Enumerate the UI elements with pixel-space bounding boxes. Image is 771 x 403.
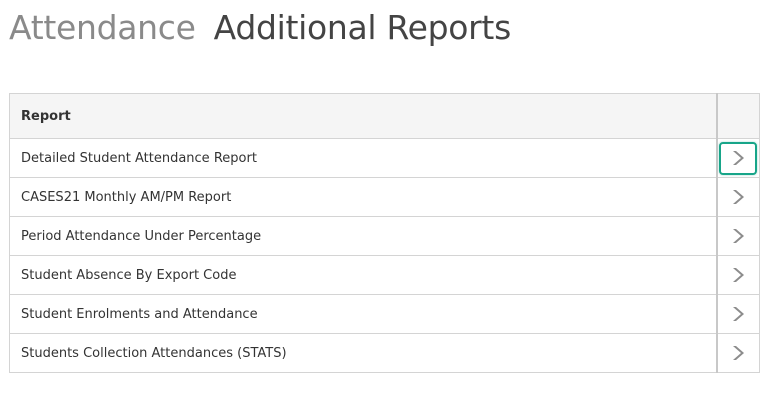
table-header-row: Report [9,93,760,139]
report-name: Detailed Student Attendance Report [9,138,717,178]
page-title-section: Attendance [9,8,196,47]
page: Attendance Additional Reports Report Deta… [0,0,771,403]
open-report-button[interactable] [719,141,758,175]
row-action-cell [715,333,760,373]
chevron-right-icon [733,190,745,204]
open-report-button[interactable] [719,337,757,370]
chevron-right-icon [733,346,745,360]
table-row[interactable]: Students Collection Attendances (STATS) [9,333,760,373]
row-action-cell [715,255,760,295]
table-row[interactable]: Student Absence By Export Code [9,255,760,295]
table-row[interactable]: Period Attendance Under Percentage [9,216,760,256]
report-name: Students Collection Attendances (STATS) [9,333,717,373]
report-name: Student Absence By Export Code [9,255,717,295]
open-report-button[interactable] [719,220,757,253]
open-report-button[interactable] [719,259,757,292]
open-report-button[interactable] [719,181,757,214]
open-report-button[interactable] [719,298,757,331]
row-action-cell [715,138,760,178]
report-name: CASES21 Monthly AM/PM Report [9,177,717,217]
page-title-subsection: Additional Reports [213,8,512,47]
chevron-right-icon [733,307,745,321]
column-header-action [715,93,760,139]
report-name: Period Attendance Under Percentage [9,216,717,256]
table-row[interactable]: Detailed Student Attendance Report [9,138,760,178]
chevron-right-icon [733,268,745,282]
row-action-cell [715,177,760,217]
table-row[interactable]: CASES21 Monthly AM/PM Report [9,177,760,217]
report-name: Student Enrolments and Attendance [9,294,717,334]
reports-table: Report Detailed Student Attendance Repor… [9,93,760,373]
row-action-cell [715,216,760,256]
page-title: Attendance Additional Reports [9,4,511,52]
column-header-report: Report [9,93,717,139]
row-action-cell [715,294,760,334]
table-row[interactable]: Student Enrolments and Attendance [9,294,760,334]
chevron-right-icon [733,151,745,165]
chevron-right-icon [733,229,745,243]
